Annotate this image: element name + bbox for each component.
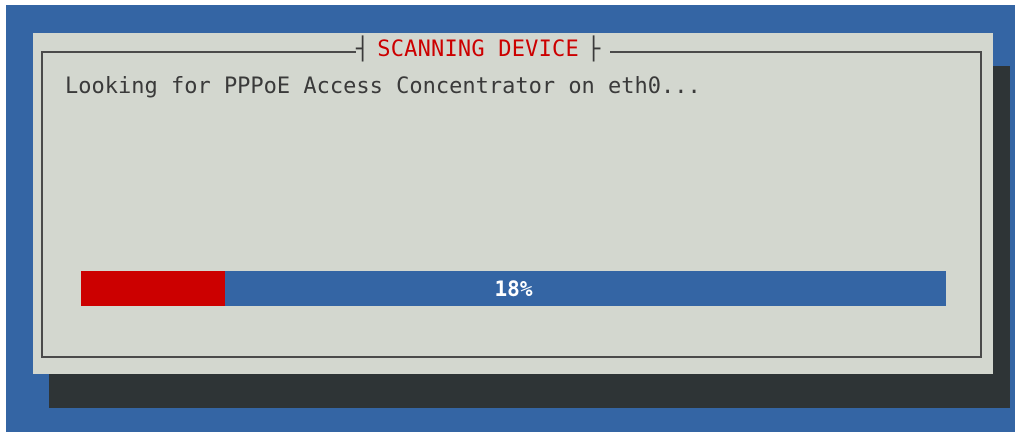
title-right-tee: ├ — [586, 37, 601, 62]
title-left-tee: ┤ — [356, 37, 370, 62]
scanning-dialog: ┤ SCANNING DEVICE ├ Looking for PPPoE Ac… — [33, 33, 993, 374]
dialog-title-bar: ┤ SCANNING DEVICE ├ — [356, 34, 611, 66]
status-message: Looking for PPPoE Access Concentrator on… — [65, 74, 701, 99]
dialog-title: SCANNING DEVICE — [377, 37, 579, 62]
progress-percentage: 18% — [494, 276, 533, 301]
progress-bar: 18% — [81, 271, 946, 306]
